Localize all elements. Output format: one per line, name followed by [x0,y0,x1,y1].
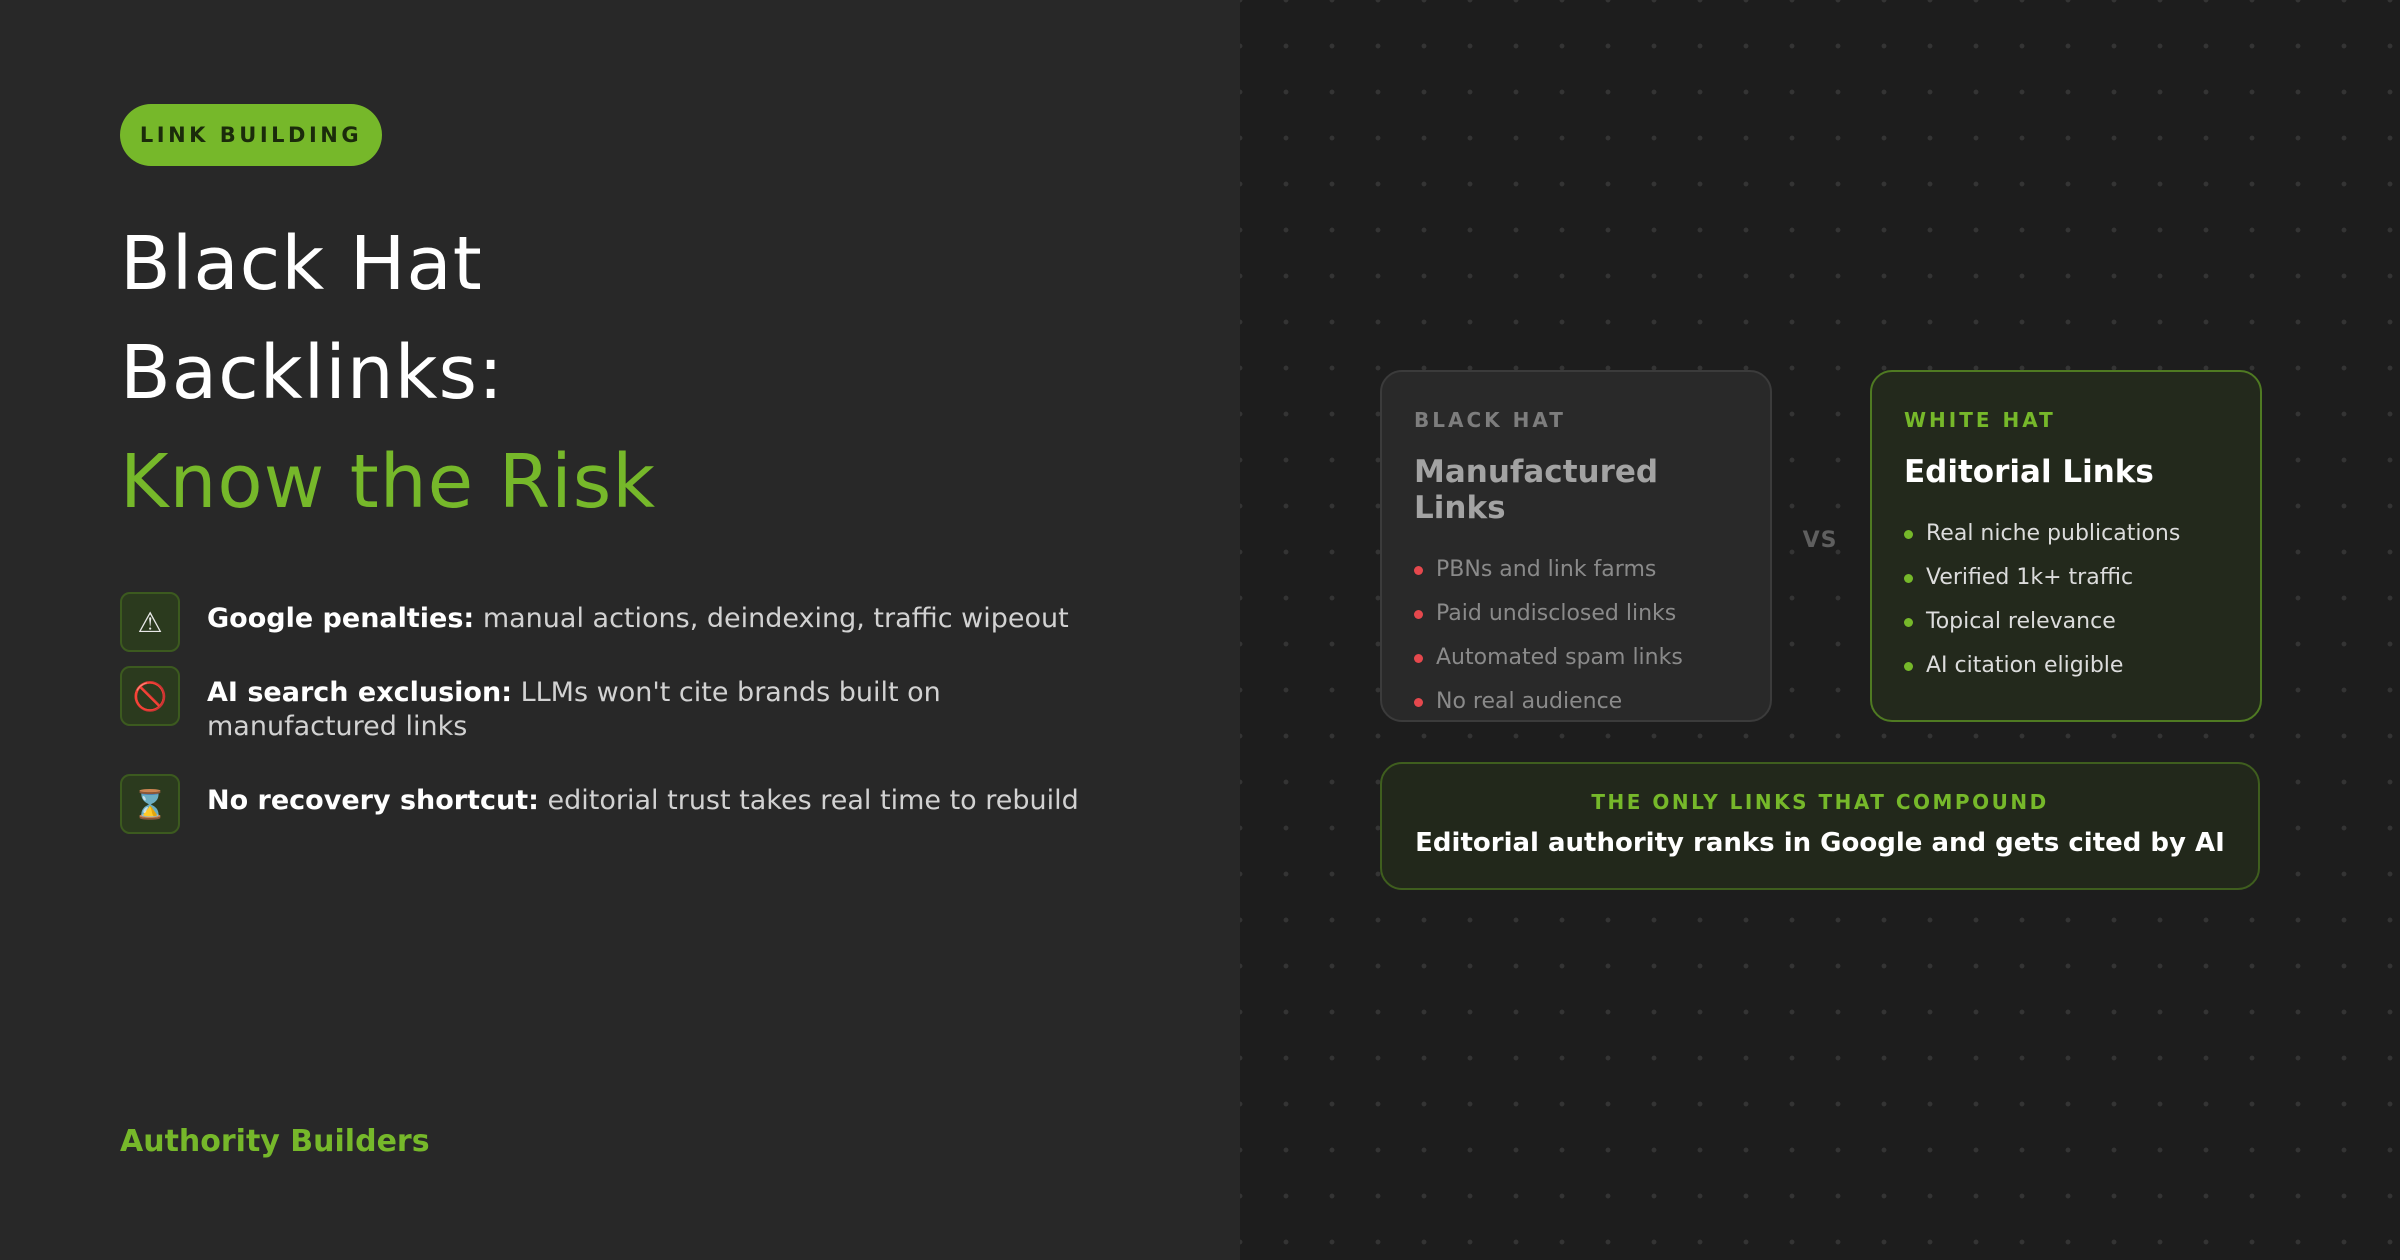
risk-label: Google penalties: [207,603,475,634]
left-panel: LINK BUILDING Black Hat Backlinks: Know … [0,0,1240,1260]
red-dot-icon [1414,653,1423,663]
list-item: AI citation eligible [1904,644,2228,688]
risk-item: ⌛ No recovery shortcut: editorial trust … [120,774,1087,834]
risk-description: manual actions, deindexing, traffic wipe… [482,603,1069,634]
list-item: No real audience [1414,680,1738,724]
list-item: Automated spam links [1414,636,1738,680]
prohibited-icon: 🚫 [120,666,180,726]
category-tag: LINK BUILDING [120,104,382,166]
list-item: Verified 1k+ traffic [1904,556,2228,600]
list-item: PBNs and link farms [1414,548,1738,592]
risk-text: AI search exclusion: LLMs won't cite bra… [207,666,1087,744]
risk-text: Google penalties: manual actions, deinde… [207,592,1087,636]
card-kicker: BLACK HAT [1414,408,1566,432]
title-line-2: Backlinks: [120,330,505,416]
black-hat-card: BLACK HAT Manufactured Links PBNs and li… [1380,370,1772,722]
green-dot-icon [1904,661,1913,671]
green-dot-icon [1904,529,1913,539]
risk-label: No recovery shortcut: [207,785,539,816]
title-line-1: Black Hat [120,221,483,307]
card-title: Editorial Links [1904,454,2154,490]
hourglass-icon: ⌛ [120,774,180,834]
title-line-3: Know the Risk [120,439,657,525]
page-title: Black Hat Backlinks: Know the Risk [120,210,656,537]
risk-item: ⚠ Google penalties: manual actions, dein… [120,592,1087,652]
warning-icon: ⚠ [120,592,180,652]
risk-item: 🚫 AI search exclusion: LLMs won't cite b… [120,666,1087,744]
brand-name: Authority Builders [120,1124,430,1159]
red-dot-icon [1414,609,1423,619]
summary-banner: THE ONLY LINKS THAT COMPOUND Editorial a… [1380,762,2260,890]
versus-label: VS [1802,528,1838,553]
card-kicker: WHITE HAT [1904,408,2056,432]
red-dot-icon [1414,565,1423,575]
risk-label: AI search exclusion: [207,677,512,708]
white-hat-list: Real niche publications Verified 1k+ tra… [1904,512,2228,688]
green-dot-icon [1904,617,1913,627]
risk-description: editorial trust takes real time to rebui… [547,785,1079,816]
white-hat-card: WHITE HAT Editorial Links Real niche pub… [1870,370,2262,722]
banner-kicker: THE ONLY LINKS THAT COMPOUND [1591,790,2049,814]
list-item: Topical relevance [1904,600,2228,644]
list-item: Paid undisclosed links [1414,592,1738,636]
card-title: Manufactured Links [1414,454,1659,526]
black-hat-list: PBNs and link farms Paid undisclosed lin… [1414,548,1738,724]
list-item: Real niche publications [1904,512,2228,556]
green-dot-icon [1904,573,1913,583]
red-dot-icon [1414,697,1423,707]
banner-text: Editorial authority ranks in Google and … [1415,828,2225,858]
risk-text: No recovery shortcut: editorial trust ta… [207,774,1087,818]
